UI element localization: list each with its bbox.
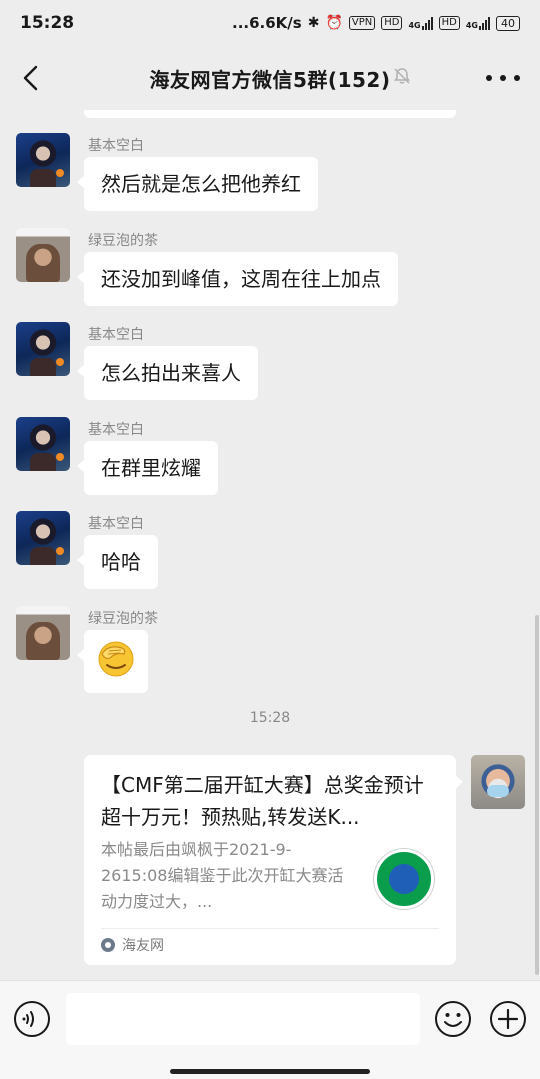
scrollbar[interactable] [535, 615, 539, 975]
emoji-icon[interactable] [434, 1000, 472, 1038]
chat-header: 海友网官方微信5群(152) [0, 46, 540, 110]
sender-avatar[interactable] [16, 417, 70, 471]
network-type-2: 4G [465, 20, 478, 30]
hd-badge-1: HD [381, 16, 403, 30]
network-type-1: 4G [408, 20, 421, 30]
card-divider [101, 928, 439, 929]
hd-badge-2: HD [438, 16, 460, 30]
message-bubble[interactable]: 怎么拍出来喜人 [77, 346, 258, 400]
sender-avatar[interactable] [16, 228, 70, 282]
link-card-title: 【CMF第二届开缸大赛】总奖金预计超十万元！预热贴,转发送K... [101, 773, 424, 829]
vpn-badge: VPN [348, 16, 376, 30]
link-card-description: 本帖最后由飒枫于2021-9-2615:08编辑鉴于此次开缸大赛活动力度过大，.… [101, 840, 344, 911]
back-arrow-icon[interactable] [14, 60, 50, 96]
sender-avatar[interactable] [16, 606, 70, 660]
sender-avatar[interactable] [16, 511, 70, 565]
source-name: 海友网 [122, 938, 164, 954]
sender-name: 基本空白 [88, 516, 144, 532]
message-timestamp: 15:28 [249, 710, 291, 726]
sender-name: 基本空白 [88, 138, 144, 154]
chat-input-bar [0, 980, 540, 1079]
signal-icon-2: 4G [465, 16, 490, 30]
add-attachment-icon[interactable] [489, 1000, 527, 1038]
muted-bell-icon [394, 68, 410, 84]
status-bar: 15:28 ...6.6K/s ✱ ⏰ VPN HD 4G HD 4G 40 [0, 0, 540, 46]
dot-icon [486, 75, 492, 81]
previous-message-bubble [84, 110, 456, 118]
sender-avatar[interactable] [16, 322, 70, 376]
voice-input-icon[interactable] [13, 1000, 51, 1038]
bluetooth-icon: ✱ [307, 15, 320, 31]
sender-name: 基本空白 [88, 422, 144, 438]
home-indicator[interactable] [170, 1069, 370, 1074]
status-time: 15:28 [20, 13, 75, 33]
more-options-button[interactable] [486, 66, 520, 90]
battery-indicator: 40 [496, 15, 520, 31]
sender-name: 绿豆泡的茶 [88, 611, 158, 627]
network-speed: ...6.6K/s [232, 14, 302, 32]
link-card-source: 海友网 [101, 935, 164, 955]
dot-icon [500, 75, 506, 81]
signal-icon-1: 4G [408, 16, 433, 30]
alarm-icon: ⏰ [325, 15, 343, 31]
sender-name: 绿豆泡的茶 [88, 233, 158, 249]
link-card-thumbnail [374, 849, 434, 909]
message-bubble[interactable]: 哈哈 [77, 535, 158, 589]
status-indicators: ...6.6K/s ✱ ⏰ VPN HD 4G HD 4G 40 [232, 14, 520, 32]
chat-message-list[interactable]: 基本空白 然后就是怎么把他养红 绿豆泡的茶 还没加到峰值，这周在往上加点 基本空… [0, 110, 540, 980]
facepalm-emoji-icon [98, 641, 134, 677]
message-bubble[interactable] [77, 630, 148, 693]
sender-name: 基本空白 [88, 327, 144, 343]
message-bubble[interactable]: 然后就是怎么把他养红 [77, 157, 318, 211]
message-bubble[interactable]: 还没加到峰值，这周在往上加点 [77, 252, 398, 306]
sender-avatar[interactable] [16, 133, 70, 187]
self-avatar[interactable] [471, 755, 525, 809]
message-bubble[interactable]: 在群里炫耀 [77, 441, 218, 495]
message-input[interactable] [66, 993, 420, 1045]
shared-link-card[interactable]: 【CMF第二届开缸大赛】总奖金预计超十万元！预热贴,转发送K... 本帖最后由飒… [84, 755, 463, 965]
chat-title: 海友网官方微信5群(152) [149, 67, 391, 92]
source-app-icon [101, 938, 115, 952]
dot-icon [514, 75, 520, 81]
